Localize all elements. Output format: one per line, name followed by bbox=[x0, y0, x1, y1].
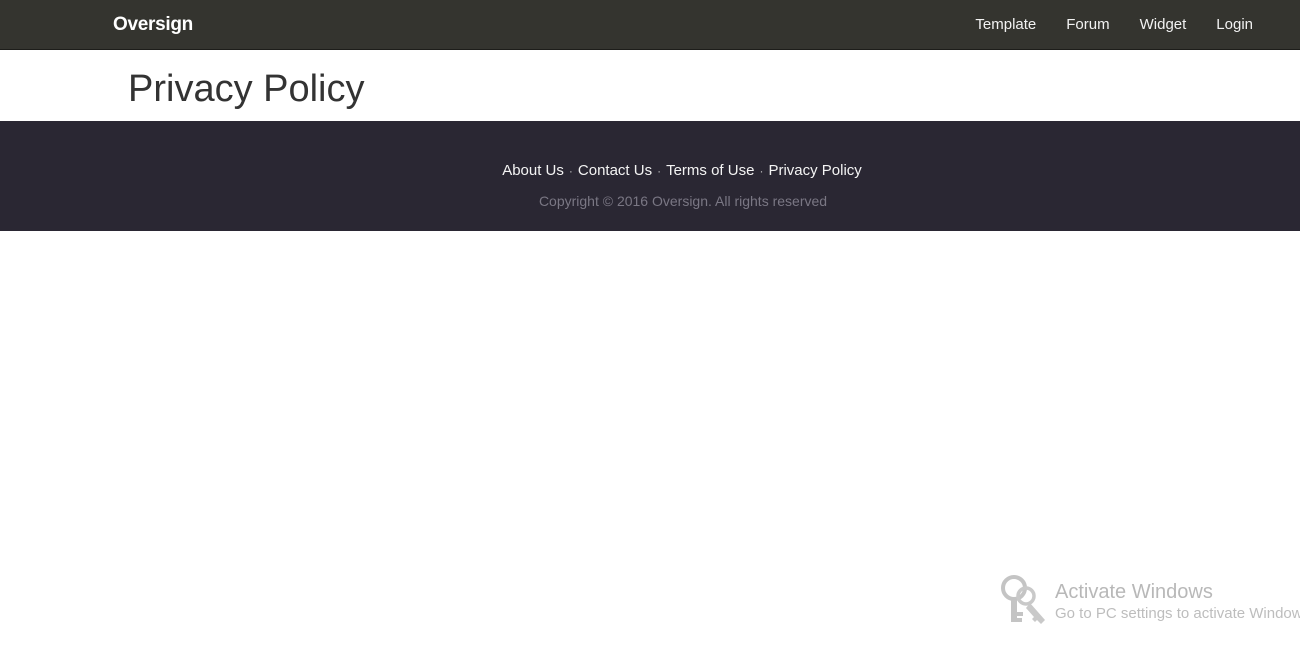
nav-link-forum[interactable]: Forum bbox=[1066, 0, 1109, 50]
top-navbar: Oversign Template Forum Widget Login bbox=[0, 0, 1300, 50]
key-icon bbox=[1000, 574, 1050, 631]
footer-link-privacy-policy[interactable]: Privacy Policy bbox=[768, 162, 861, 179]
footer: About Us · Contact Us · Terms of Use · Privacy… bbox=[0, 121, 1300, 231]
footer-separator: · bbox=[759, 164, 764, 178]
footer-link-about-us[interactable]: About Us bbox=[502, 162, 564, 179]
footer-link-contact-us[interactable]: Contact Us bbox=[578, 162, 652, 179]
footer-separator: · bbox=[568, 164, 573, 178]
footer-separator: · bbox=[657, 164, 662, 178]
nav-link-login[interactable]: Login bbox=[1216, 0, 1253, 50]
brand-logo-link[interactable]: Oversign bbox=[113, 13, 193, 37]
nav-link-widget[interactable]: Widget bbox=[1140, 0, 1187, 50]
copyright-text: Copyright © 2016 Oversign. All rights re… bbox=[538, 193, 828, 209]
activate-windows-watermark: Activate Windows Go to PC settings to ac… bbox=[1000, 574, 1300, 630]
nav-links: Template Forum Widget Login bbox=[945, 0, 1253, 50]
watermark-subtitle: Go to PC settings to activate Windows bbox=[1055, 605, 1300, 622]
footer-links: About Us · Contact Us · Terms of Use · Privacy… bbox=[0, 161, 1300, 181]
page-title: Privacy Policy bbox=[128, 68, 365, 110]
nav-link-template[interactable]: Template bbox=[975, 0, 1036, 50]
watermark-title: Activate Windows bbox=[1055, 581, 1213, 603]
footer-link-terms-of-use[interactable]: Terms of Use bbox=[666, 162, 754, 179]
